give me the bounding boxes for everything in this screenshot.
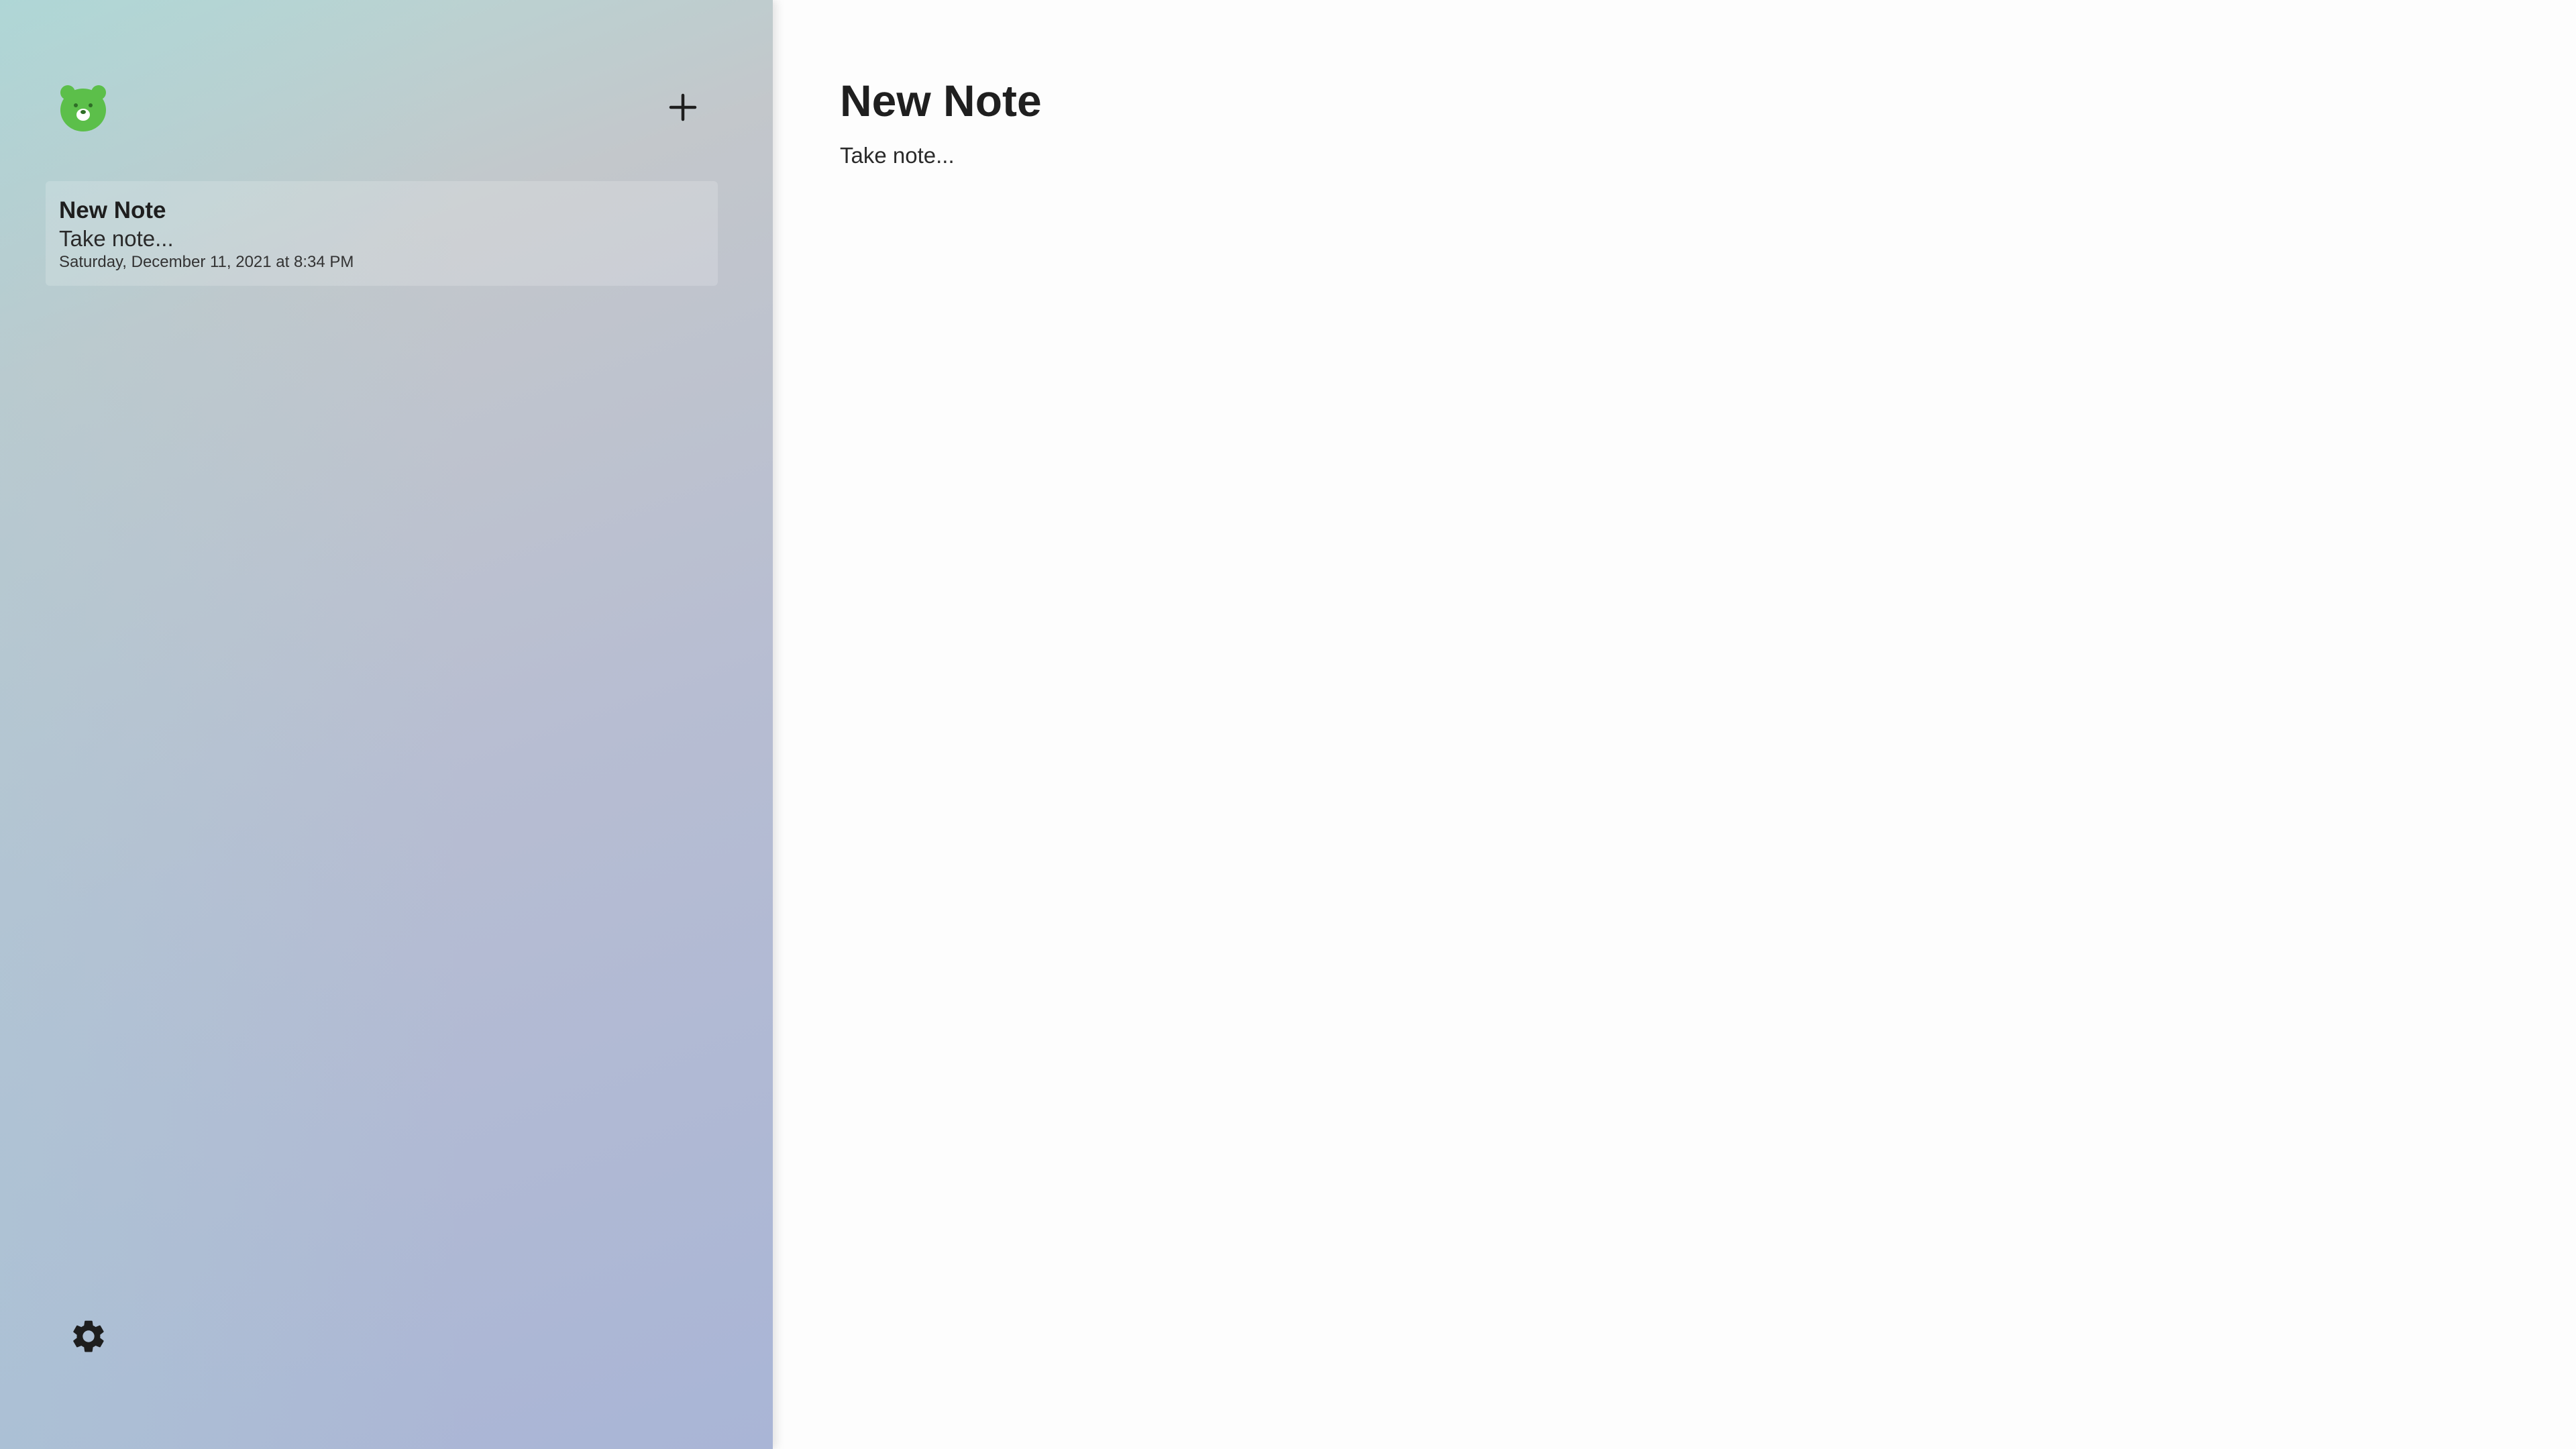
notes-app: New Note Take note... Saturday, December…: [0, 0, 2576, 1449]
note-item-preview: Take note...: [59, 226, 174, 251]
note-list-item[interactable]: New Note Take note... Saturday, December…: [46, 181, 718, 286]
sidebar: New Note Take note... Saturday, December…: [0, 0, 773, 1449]
add-note-button[interactable]: [661, 86, 704, 129]
settings-button[interactable]: [67, 1315, 110, 1358]
plus-icon: [669, 93, 697, 121]
note-item-date: Saturday, December 11, 2021 at 8:34 PM: [59, 253, 354, 271]
note-body[interactable]: Take note...: [840, 141, 955, 170]
bear-logo-icon: [58, 82, 109, 133]
note-list: New Note Take note... Saturday, December…: [46, 181, 718, 286]
note-editor[interactable]: New Note Take note...: [773, 0, 2576, 1449]
note-item-title: New Note: [59, 197, 166, 223]
gear-icon: [73, 1320, 104, 1352]
note-title[interactable]: New Note: [840, 72, 1042, 129]
